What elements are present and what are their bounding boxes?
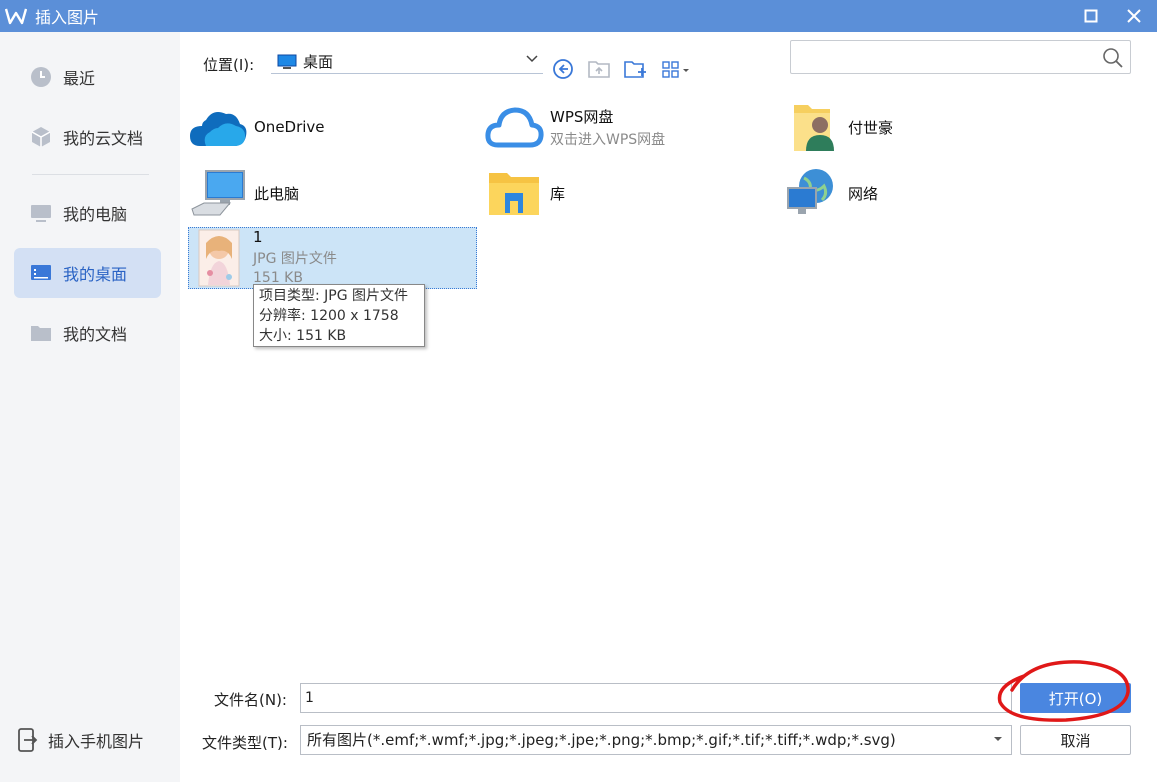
window-title: 插入图片 bbox=[35, 8, 100, 27]
tooltip-type: 项目类型: JPG 图片文件 bbox=[259, 288, 409, 304]
sidebar-item-recent[interactable]: 最近 bbox=[14, 52, 161, 102]
item-onedrive[interactable]: OneDrive bbox=[188, 96, 468, 158]
item-name: 此电脑 bbox=[254, 184, 300, 203]
sidebar-item-label: 我的云文档 bbox=[63, 129, 144, 148]
tooltip-size: 大小: 151 KB bbox=[259, 328, 347, 344]
sidebar-item-label: 我的桌面 bbox=[63, 265, 128, 284]
tooltip-resolution: 分辨率: 1200 x 1758 bbox=[259, 308, 399, 324]
user-folder-icon bbox=[782, 97, 842, 157]
new-folder-button[interactable] bbox=[622, 56, 648, 82]
sidebar-divider bbox=[32, 174, 149, 175]
maximize-button[interactable] bbox=[1073, 0, 1109, 32]
item-user-folder[interactable]: 付世豪 bbox=[782, 96, 1062, 158]
close-icon bbox=[1127, 9, 1141, 23]
insert-phone-image-button[interactable]: 插入手机图片 bbox=[16, 728, 144, 752]
item-name: 付世豪 bbox=[848, 118, 894, 137]
up-folder-button[interactable] bbox=[586, 56, 612, 82]
filetype-label: 文件类型(T): bbox=[202, 734, 288, 752]
back-button[interactable] bbox=[550, 56, 576, 82]
image-thumbnail bbox=[189, 228, 249, 288]
folder-icon bbox=[30, 322, 52, 344]
desktop-icon bbox=[277, 54, 297, 69]
item-network[interactable]: 网络 bbox=[782, 162, 1062, 224]
cancel-button[interactable]: 取消 bbox=[1020, 725, 1131, 755]
search-input[interactable] bbox=[790, 40, 1131, 74]
item-wps-cloud[interactable]: WPS网盘 双击进入WPS网盘 bbox=[484, 96, 764, 158]
library-icon bbox=[484, 163, 544, 223]
cloud-doc-icon bbox=[30, 126, 52, 148]
item-this-pc[interactable]: 此电脑 bbox=[188, 162, 468, 224]
phone-import-icon bbox=[18, 728, 38, 752]
new-folder-icon bbox=[624, 61, 646, 78]
computer-icon bbox=[30, 202, 52, 224]
item-name: 1 bbox=[253, 228, 263, 246]
grid-view-icon bbox=[662, 61, 689, 78]
filename-input[interactable] bbox=[300, 683, 1012, 713]
maximize-icon bbox=[1084, 9, 1098, 23]
filename-label: 文件名(N): bbox=[214, 691, 287, 709]
wps-logo-icon bbox=[5, 8, 27, 25]
item-name: WPS网盘 bbox=[550, 107, 614, 126]
back-arrow-icon bbox=[553, 59, 573, 79]
clock-icon bbox=[30, 66, 52, 88]
close-button[interactable] bbox=[1116, 0, 1152, 32]
item-file-type: JPG 图片文件 bbox=[253, 251, 337, 267]
location-value: 桌面 bbox=[303, 53, 334, 71]
insert-phone-image-label: 插入手机图片 bbox=[48, 732, 145, 751]
filetype-select[interactable]: 所有图片(*.emf;*.wmf;*.jpg;*.jpeg;*.jpe;*.pn… bbox=[300, 725, 1012, 755]
wps-cloud-icon bbox=[484, 97, 544, 157]
item-name: OneDrive bbox=[254, 118, 325, 136]
sidebar-item-cloud-docs[interactable]: 我的云文档 bbox=[14, 112, 161, 162]
sidebar-item-my-computer[interactable]: 我的电脑 bbox=[14, 188, 161, 238]
location-dropdown[interactable]: 桌面 bbox=[271, 50, 543, 74]
folder-up-icon bbox=[588, 61, 610, 78]
this-pc-icon bbox=[188, 163, 248, 223]
view-mode-button[interactable] bbox=[658, 56, 694, 82]
sidebar-item-label: 我的文档 bbox=[63, 325, 128, 344]
sidebar-item-label: 我的电脑 bbox=[63, 205, 128, 224]
item-name: 库 bbox=[550, 184, 566, 203]
desktop-icon bbox=[30, 262, 52, 284]
item-subtitle: 双击进入WPS网盘 bbox=[550, 131, 666, 148]
sidebar-item-my-desktop[interactable]: 我的桌面 bbox=[14, 248, 161, 298]
file-tooltip: 项目类型: JPG 图片文件 分辨率: 1200 x 1758 大小: 151 … bbox=[253, 284, 425, 347]
filetype-value: 所有图片(*.emf;*.wmf;*.jpg;*.jpeg;*.jpe;*.pn… bbox=[307, 731, 896, 749]
network-globe-icon bbox=[782, 163, 842, 223]
onedrive-icon bbox=[188, 97, 248, 157]
location-label: 位置(I): bbox=[203, 56, 255, 74]
search-icon bbox=[1103, 48, 1123, 68]
open-button[interactable]: 打开(O) bbox=[1020, 683, 1131, 713]
sidebar-item-my-documents[interactable]: 我的文档 bbox=[14, 308, 161, 358]
sidebar: 最近 我的云文档 我的电脑 我的桌面 我的文档 插入手机图片 bbox=[0, 32, 180, 782]
chevron-down-icon bbox=[526, 55, 538, 63]
sidebar-item-label: 最近 bbox=[63, 69, 96, 88]
item-name: 网络 bbox=[848, 184, 879, 203]
item-library[interactable]: 库 bbox=[484, 162, 764, 224]
chevron-down-icon bbox=[994, 737, 1002, 741]
item-image-file-1[interactable]: 1 JPG 图片文件 151 KB bbox=[188, 227, 477, 289]
title-bar: 插入图片 bbox=[0, 0, 1157, 32]
